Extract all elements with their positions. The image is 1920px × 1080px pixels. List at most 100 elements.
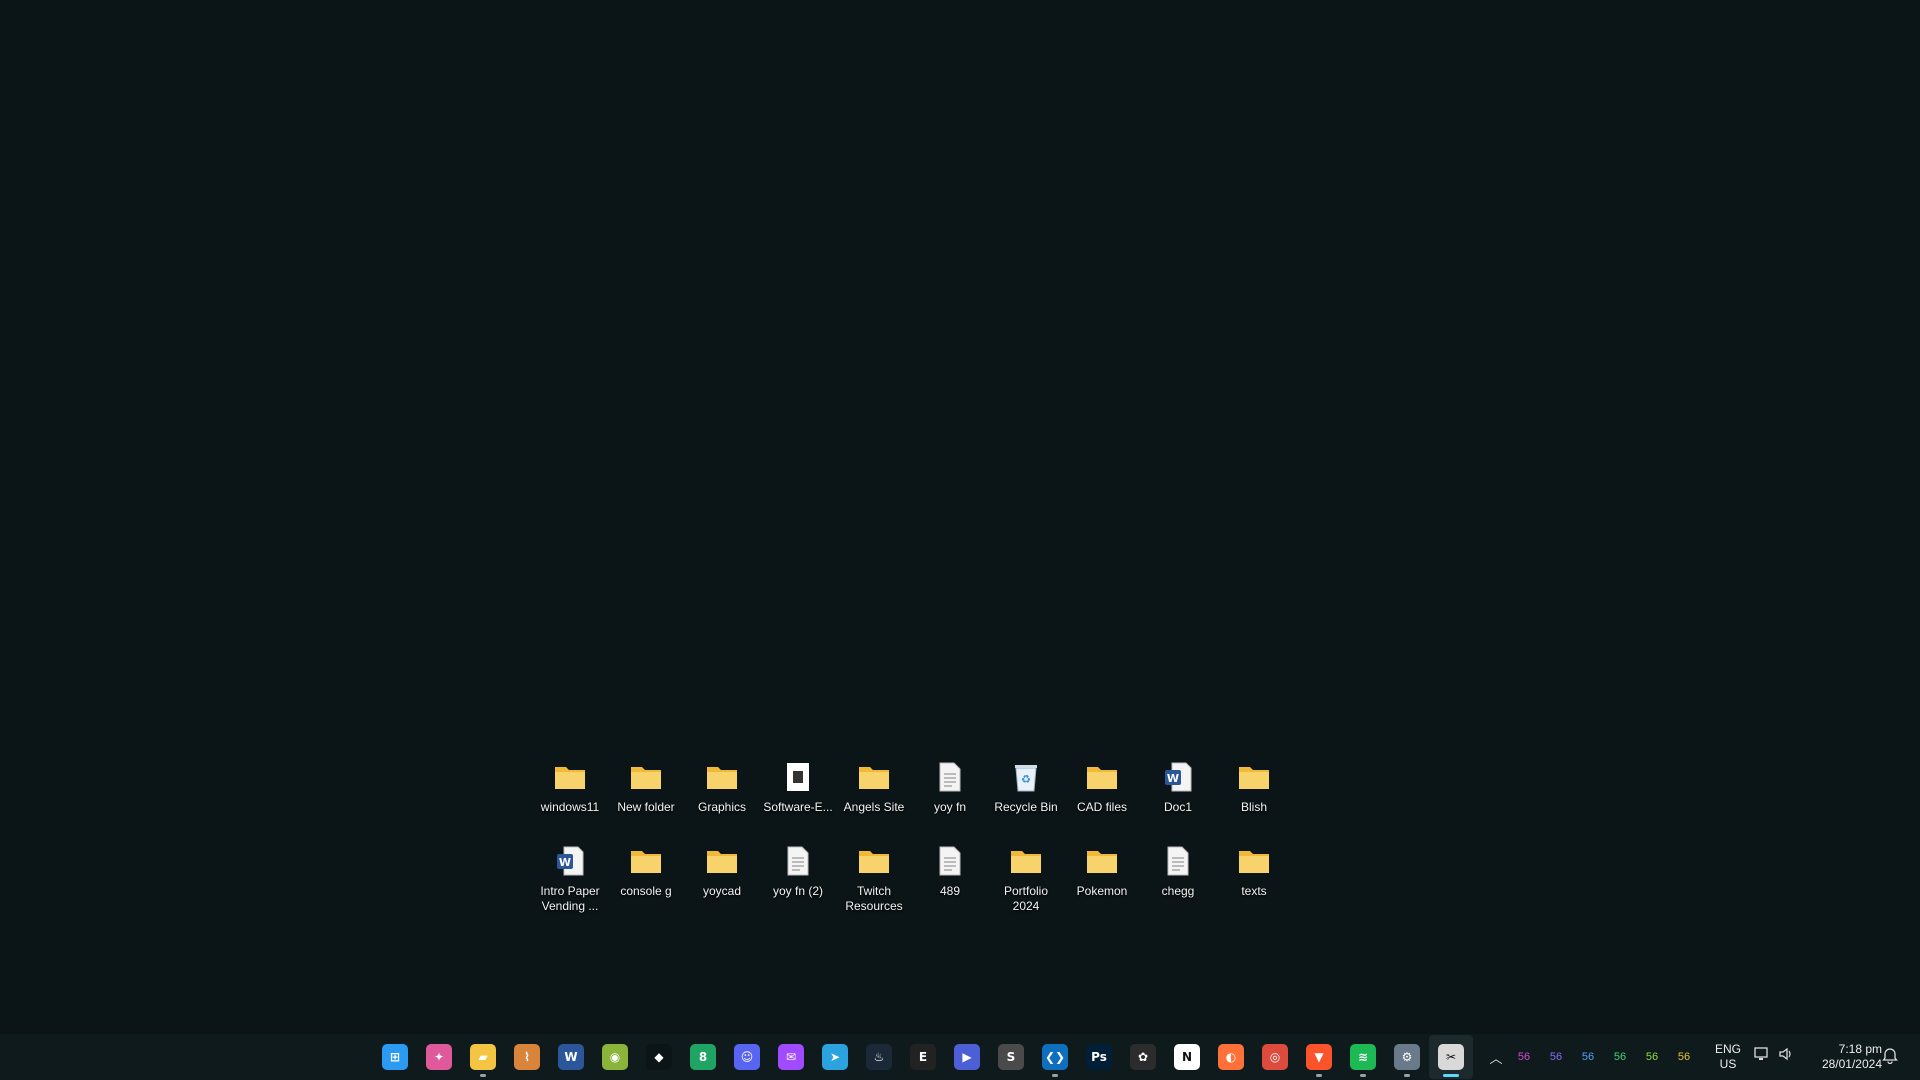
folder-icon [1237, 760, 1271, 794]
folder-icon [553, 760, 587, 794]
word-doc-icon: W [1161, 760, 1195, 794]
desktop-icon[interactable]: Twitch Resources [836, 842, 912, 926]
taskbar-app-fan-app[interactable]: ⌇ [505, 1035, 549, 1079]
taskbar-app-play[interactable]: ▶ [945, 1035, 989, 1079]
taskbar-app-messenger[interactable]: ✉ [769, 1035, 813, 1079]
tray-monitor-value[interactable]: 56 [1604, 1051, 1636, 1063]
running-indicator [1360, 1074, 1366, 1077]
desktop-icon[interactable]: 489 [912, 842, 988, 926]
tray-monitor-value[interactable]: 56 [1668, 1051, 1700, 1063]
taskbar-apps: ⊞ ✦ ▰ ⌇ W ◉ ◆ 8 ☺ ✉ ➤ ♨ E ▶ S ❮❯ Ps ✿ N ◐ ◎ ▼ ≋ ⚙ ✂ [373, 1034, 1473, 1080]
desktop-icon[interactable]: yoycad [684, 842, 760, 926]
language-indicator[interactable]: ENG US [1706, 1042, 1750, 1072]
taskbar-app-chrome[interactable]: ◎ [1253, 1035, 1297, 1079]
taskbar-app-file-explorer[interactable]: ▰ [461, 1035, 505, 1079]
messenger-icon: ✉ [778, 1044, 804, 1070]
desktop-icon-label: yoy fn [933, 800, 966, 814]
show-hidden-icons-icon[interactable]: ︿ [1484, 1048, 1508, 1067]
taskbar-app-sublime[interactable]: S [989, 1035, 1033, 1079]
document-image-icon [781, 760, 815, 794]
sublime-icon: S [998, 1044, 1024, 1070]
taskbar-app-binance[interactable]: ◆ [637, 1035, 681, 1079]
desktop-icon[interactable]: Blish [1216, 758, 1292, 842]
desktop-icon-label: Graphics [697, 800, 747, 814]
tray-monitor-value[interactable]: 56 [1572, 1051, 1604, 1063]
taskbar-app-telegram[interactable]: ➤ [813, 1035, 857, 1079]
folder-icon [1085, 760, 1119, 794]
notification-bell-icon[interactable] [1882, 1046, 1898, 1064]
desktop-icon-label: 489 [939, 884, 961, 898]
desktop-icon-grid: windows11 New folder Graphics Software-E...… [532, 758, 1312, 926]
desktop-icon[interactable]: Software-E... [760, 758, 836, 842]
desktop[interactable]: windows11 New folder Graphics Software-E...… [0, 0, 1920, 1034]
desktop-icon[interactable]: windows11 [532, 758, 608, 842]
desktop-icon[interactable]: texts [1216, 842, 1292, 926]
taskbar-app-word[interactable]: W [549, 1035, 593, 1079]
desktop-icon-label: CAD files [1076, 800, 1127, 814]
taskbar-app-epic-games[interactable]: E [901, 1035, 945, 1079]
desktop-icon[interactable]: CAD files [1064, 758, 1140, 842]
desktop-icon[interactable]: Portfolio 2024 [988, 842, 1064, 926]
text-file-icon [933, 760, 967, 794]
tray-monitor-value[interactable]: 56 [1636, 1051, 1668, 1063]
figma-icon: ✿ [1130, 1044, 1156, 1070]
desktop-icon[interactable]: W Intro Paper Vending ... [532, 842, 608, 926]
taskbar-app-android[interactable]: ◉ [593, 1035, 637, 1079]
folder-icon [1009, 844, 1043, 878]
desktop-icon-label: New folder [617, 800, 675, 814]
desktop-icon[interactable]: Graphics [684, 758, 760, 842]
desktop-icon[interactable]: chegg [1140, 842, 1216, 926]
desktop-icon-label: yoycad [702, 884, 742, 898]
clock-date: 28/01/2024 [1821, 1057, 1882, 1071]
taskbar-app-copilot[interactable]: ✦ [417, 1035, 461, 1079]
brave-icon: ▼ [1306, 1044, 1332, 1070]
language-code: ENG [1714, 1042, 1741, 1056]
taskbar-app-brave[interactable]: ▼ [1297, 1035, 1341, 1079]
desktop-icon-label: Intro Paper Vending ... [540, 884, 600, 913]
system-tray: ︿ 56 56 56 56 56 56 [1484, 1034, 1700, 1080]
taskbar-app-firefox[interactable]: ◐ [1209, 1035, 1253, 1079]
desktop-icon[interactable]: Angels Site [836, 758, 912, 842]
epic-games-icon: E [910, 1044, 936, 1070]
taskbar-app-discord[interactable]: ☺ [725, 1035, 769, 1079]
tray-monitor-value[interactable]: 56 [1540, 1051, 1572, 1063]
android-icon: ◉ [602, 1044, 628, 1070]
taskbar-app-notion[interactable]: N [1165, 1035, 1209, 1079]
taskbar-app-snipping-tool[interactable]: ✂ [1429, 1035, 1473, 1079]
folder-icon [857, 760, 891, 794]
desktop-icon-label: Portfolio 2024 [1003, 884, 1049, 913]
taskbar-app-vscode[interactable]: ❮❯ [1033, 1035, 1077, 1079]
steam-icon: ♨ [866, 1044, 892, 1070]
taskbar-app-steam[interactable]: ♨ [857, 1035, 901, 1079]
taskbar-app-start[interactable]: ⊞ [373, 1035, 417, 1079]
desktop-icon[interactable]: console g [608, 842, 684, 926]
taskbar-app-spotify[interactable]: ≋ [1341, 1035, 1385, 1079]
clock[interactable]: 7:18 pm 28/01/2024 [1806, 1042, 1882, 1072]
folder-icon [1237, 844, 1271, 878]
tray-monitor-value[interactable]: 56 [1508, 1051, 1540, 1063]
desktop-icon-label: yoy fn (2) [772, 884, 823, 898]
folder-icon [1085, 844, 1119, 878]
folder-icon [705, 844, 739, 878]
taskbar-app-figma[interactable]: ✿ [1121, 1035, 1165, 1079]
play-icon: ▶ [954, 1044, 980, 1070]
desktop-icon-label: Software-E... [763, 800, 833, 814]
desktop-icon[interactable]: yoy fn [912, 758, 988, 842]
text-file-icon [1161, 844, 1195, 878]
notion-icon: N [1174, 1044, 1200, 1070]
running-indicator [1443, 1074, 1459, 1077]
taskbar-app-eight[interactable]: 8 [681, 1035, 725, 1079]
desktop-icon[interactable]: yoy fn (2) [760, 842, 836, 926]
desktop-icon[interactable]: New folder [608, 758, 684, 842]
file-explorer-icon: ▰ [470, 1044, 496, 1070]
desktop-icon-label: Angels Site [843, 800, 905, 814]
desktop-icon-label: Pokemon [1076, 884, 1128, 898]
taskbar-app-photoshop[interactable]: Ps [1077, 1035, 1121, 1079]
svg-text:♻: ♻ [1021, 773, 1031, 786]
desktop-icon[interactable]: W Doc1 [1140, 758, 1216, 842]
taskbar-app-settings[interactable]: ⚙ [1385, 1035, 1429, 1079]
quick-settings[interactable] [1754, 1046, 1794, 1062]
desktop-icon[interactable]: ♻ Recycle Bin [988, 758, 1064, 842]
desktop-icon[interactable]: Pokemon [1064, 842, 1140, 926]
running-indicator [1316, 1074, 1322, 1077]
